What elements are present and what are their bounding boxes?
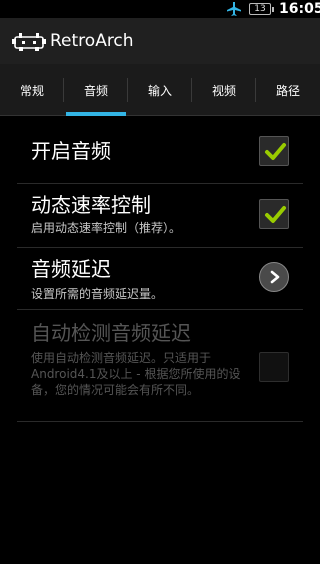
enable-audio-checkbox[interactable] [259, 136, 289, 166]
status-clock: 16:05 [279, 1, 320, 17]
audio-latency-button[interactable] [259, 262, 289, 292]
tab-label: 视频 [211, 83, 236, 98]
airplane-mode-icon [227, 2, 241, 16]
status-bar: 13 16:05 [0, 0, 320, 18]
pref-summary: 设置所需的音频延迟量。 [31, 287, 164, 301]
pref-dynamic-rate-control[interactable]: 动态速率控制 启用动态速率控制（推荐）。 [17, 184, 303, 248]
pref-title: 开启音频 [31, 139, 111, 163]
battery-level: 13 [254, 4, 266, 14]
tab-label: 音频 [83, 83, 108, 98]
tab-bar: 常规 音频 输入 视频 路径 [0, 64, 320, 116]
pref-audio-latency[interactable]: 音频延迟 设置所需的音频延迟量。 [17, 248, 303, 310]
pref-title: 动态速率控制 [31, 193, 151, 217]
tab-label: 路径 [275, 83, 300, 98]
app-title: RetroArch [50, 31, 134, 51]
tab-video[interactable]: 视频 [192, 64, 256, 116]
chevron-right-icon [270, 270, 280, 284]
tab-input[interactable]: 输入 [128, 64, 192, 116]
checkmark-icon [265, 206, 286, 223]
auto-detect-audio-latency-checkbox [259, 352, 289, 382]
tab-selected-indicator [66, 112, 126, 116]
checkmark-icon [265, 143, 286, 160]
battery-icon: 13 [249, 3, 274, 15]
retroarch-logo-icon[interactable] [11, 32, 47, 52]
pref-title: 音频延迟 [31, 257, 111, 281]
tab-label: 常规 [19, 83, 44, 98]
pref-summary: 使用自动检测音频延迟。只适用于Android4.1及以上 - 根据您所使用的设备… [31, 351, 241, 397]
dynamic-rate-control-checkbox[interactable] [259, 199, 289, 229]
action-bar: RetroArch [0, 18, 320, 64]
pref-summary: 启用动态速率控制（推荐）。 [31, 221, 182, 235]
tab-label: 输入 [147, 83, 172, 98]
pref-enable-audio[interactable]: 开启音频 [17, 120, 303, 184]
tab-general[interactable]: 常规 [0, 64, 64, 116]
tab-paths[interactable]: 路径 [256, 64, 320, 116]
pref-title: 自动检测音频延迟 [31, 321, 191, 345]
tab-audio[interactable]: 音频 [64, 64, 128, 116]
pref-auto-detect-audio-latency: 自动检测音频延迟 使用自动检测音频延迟。只适用于Android4.1及以上 - … [17, 310, 303, 422]
